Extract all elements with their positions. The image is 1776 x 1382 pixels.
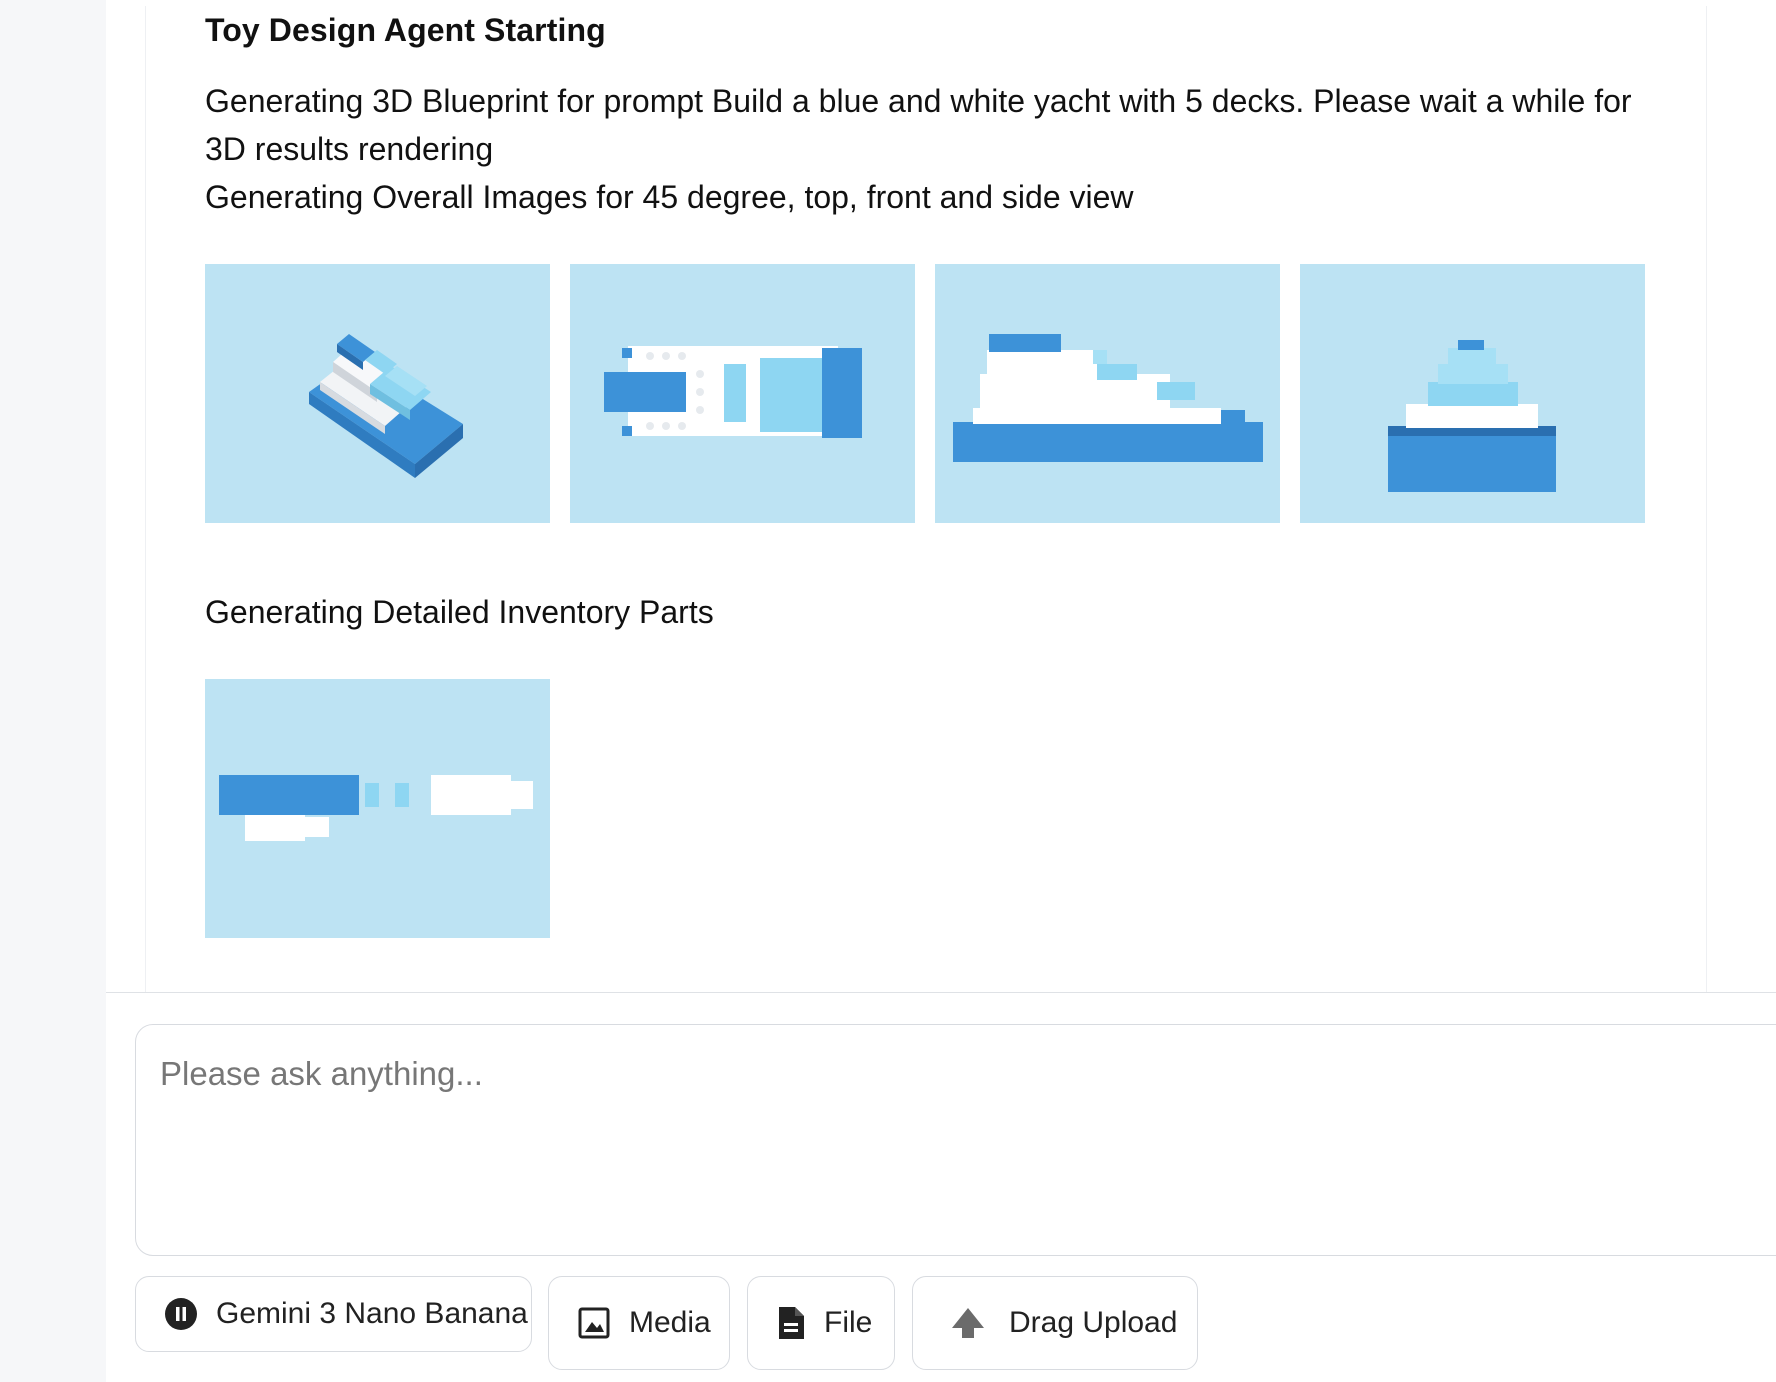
blueprint-status-text: Generating 3D Blueprint for prompt Build… (205, 83, 1632, 167)
document-icon (776, 1305, 806, 1341)
prompt-composer (135, 1024, 1776, 1256)
yacht-45-degree-view-image[interactable] (205, 264, 550, 523)
model-selector-label: Gemini 3 Nano Banana (216, 1297, 528, 1330)
yacht-side-view-image[interactable] (1300, 264, 1645, 523)
inventory-parts-image[interactable] (205, 679, 550, 938)
drag-upload-label: Drag Upload (1009, 1306, 1178, 1339)
yacht-front-view-image[interactable] (935, 264, 1280, 523)
composer-divider (106, 992, 1776, 993)
message-title: Toy Design Agent Starting (205, 12, 606, 48)
pause-icon (164, 1297, 198, 1331)
media-upload-button[interactable]: Media (548, 1276, 730, 1370)
overall-images-status-text: Generating Overall Images for 45 degree,… (205, 179, 1134, 215)
image-icon (577, 1306, 611, 1340)
inventory-parts-status-text: Generating Detailed Inventory Parts (205, 594, 714, 630)
file-upload-label: File (824, 1306, 873, 1339)
media-upload-label: Media (629, 1306, 711, 1339)
yacht-top-view-image[interactable] (570, 264, 915, 523)
drag-upload-button[interactable]: Drag Upload (912, 1276, 1198, 1370)
prompt-input[interactable] (160, 1055, 1740, 1235)
upload-arrow-icon (951, 1306, 985, 1340)
model-selector-button[interactable]: Gemini 3 Nano Banana (135, 1276, 532, 1352)
file-upload-button[interactable]: File (747, 1276, 895, 1370)
app-window: Toy Design Agent Starting Generating 3D … (0, 0, 1776, 1382)
